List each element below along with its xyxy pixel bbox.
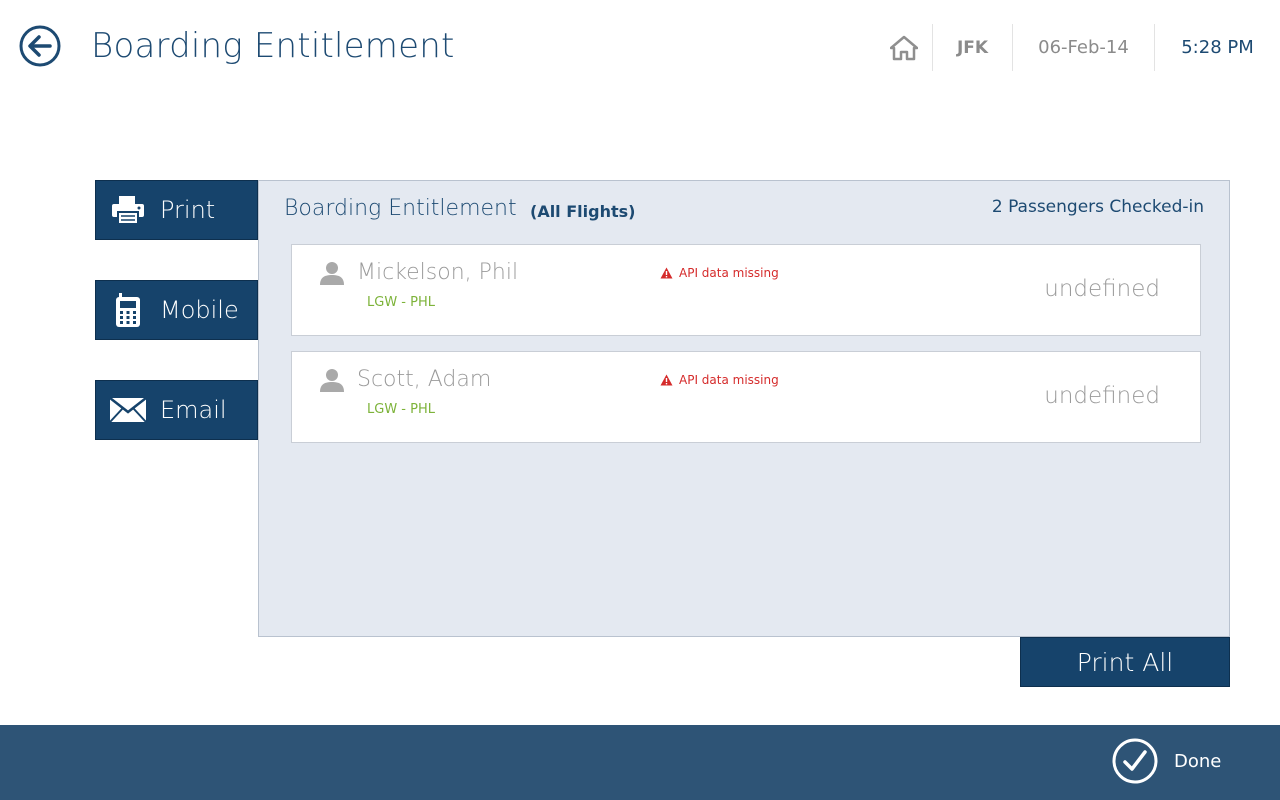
- current-date: 06-Feb-14: [1013, 24, 1155, 71]
- email-button[interactable]: Email: [95, 380, 258, 440]
- checked-in-count: 2 Passengers Checked-in: [991, 197, 1204, 217]
- check-circle-icon: [1112, 738, 1158, 784]
- print-button-label: Print: [160, 196, 216, 224]
- warning-triangle-icon: [660, 267, 673, 279]
- passenger-card[interactable]: Mickelson, Phil LGW - PHL API data missi…: [291, 244, 1201, 336]
- station-code: JFK: [933, 24, 1013, 71]
- boarding-entitlement-panel: Boarding Entitlement (All Flights) 2 Pas…: [258, 180, 1230, 637]
- passenger-route: LGW - PHL: [367, 402, 435, 417]
- current-time: 5:28 PM: [1181, 37, 1254, 58]
- api-warning-text: API data missing: [679, 266, 779, 280]
- envelope-icon: [96, 397, 160, 423]
- header-status-bar: JFK 06-Feb-14 5:28 PM: [867, 24, 1280, 71]
- passenger-route: LGW - PHL: [367, 295, 435, 310]
- mobile-button-label: Mobile: [160, 296, 239, 324]
- print-all-button[interactable]: Print All: [1020, 637, 1230, 687]
- passenger-card[interactable]: Scott, Adam LGW - PHL API data missing u…: [291, 351, 1201, 443]
- person-icon: [319, 367, 345, 397]
- panel-title: Boarding Entitlement: [284, 196, 517, 221]
- api-warning: API data missing: [660, 373, 779, 387]
- api-warning-text: API data missing: [679, 373, 779, 387]
- passenger-status: undefined: [1044, 276, 1160, 302]
- passenger-name: Mickelson, Phil: [357, 260, 519, 285]
- home-icon: [889, 35, 918, 60]
- mobile-button[interactable]: Mobile: [95, 280, 258, 340]
- page-title: Boarding Entitlement: [91, 26, 455, 66]
- done-label: Done: [1174, 750, 1222, 772]
- email-button-label: Email: [160, 396, 227, 424]
- print-button[interactable]: Print: [95, 180, 258, 240]
- person-icon: [319, 260, 345, 290]
- passenger-name: Scott, Adam: [357, 367, 492, 392]
- footer-bar: Done: [0, 725, 1280, 800]
- passenger-status: undefined: [1044, 383, 1160, 409]
- home-button[interactable]: [867, 24, 933, 71]
- api-warning: API data missing: [660, 266, 779, 280]
- done-button[interactable]: Done: [1112, 738, 1221, 784]
- printer-icon: [96, 195, 160, 225]
- back-button[interactable]: [19, 25, 61, 67]
- back-arrow-circle-icon: [19, 25, 61, 67]
- panel-subtitle: (All Flights): [530, 202, 636, 221]
- mobile-phone-icon: [96, 292, 160, 328]
- warning-triangle-icon: [660, 374, 673, 386]
